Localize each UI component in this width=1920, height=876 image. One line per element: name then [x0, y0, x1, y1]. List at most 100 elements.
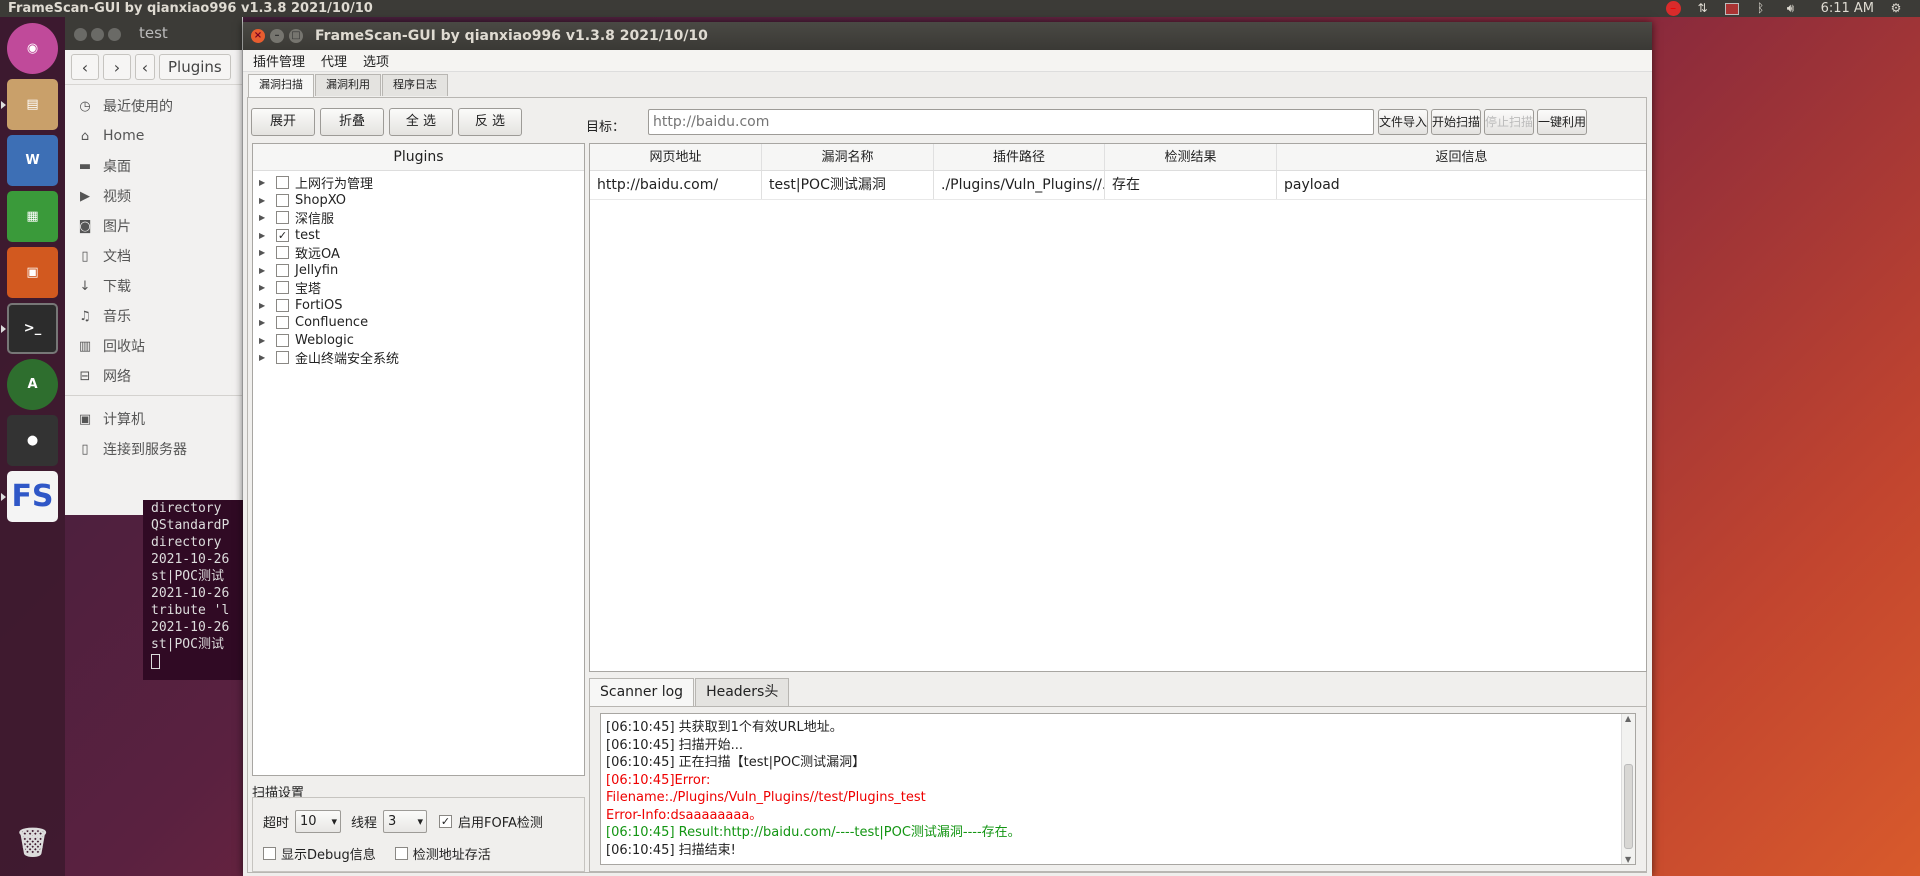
expand-button[interactable]: 展开	[251, 108, 315, 136]
fm-item-connect-server[interactable]: ▯ 连接到服务器	[65, 434, 242, 464]
menu-plugin-management[interactable]: 插件管理	[253, 51, 305, 70]
scroll-thumb[interactable]	[1624, 764, 1633, 849]
col-url[interactable]: 网页地址	[590, 144, 762, 170]
select-all-button[interactable]: 全 选	[389, 108, 453, 136]
log-scrollbar[interactable]: ▲ ▼	[1621, 714, 1635, 864]
expand-arrow-icon[interactable]: ▶	[259, 336, 269, 345]
network-arrows-icon[interactable]: ⇅	[1695, 1, 1711, 16]
fm-item-pictures[interactable]: ◙ 图片	[65, 211, 242, 241]
fm-item-documents[interactable]: ▯ 文档	[65, 241, 242, 271]
collapse-button[interactable]: 折叠	[320, 108, 384, 136]
fm-min-icon[interactable]	[91, 28, 104, 41]
plugin-checkbox[interactable]: ✓	[276, 228, 289, 242]
bluetooth-icon[interactable]: ᛒ	[1753, 1, 1769, 16]
software-updater-icon[interactable]: A	[7, 359, 58, 410]
trash-bin-icon[interactable]: 🗑︎	[7, 817, 58, 868]
tab-headers[interactable]: Headers头	[695, 678, 790, 706]
table-row[interactable]: http://baidu.com/ test|POC测试漏洞 ./Plugins…	[590, 171, 1646, 200]
target-input[interactable]	[648, 109, 1374, 135]
scanner-log[interactable]: [06:10:45] 共获取到1个有效URL地址。 [06:10:45] 扫描开始…	[600, 713, 1636, 865]
stop-scan-button[interactable]: 停止扫描	[1484, 109, 1534, 135]
plugin-checkbox[interactable]	[276, 211, 289, 225]
menu-options[interactable]: 选项	[363, 51, 389, 70]
files-icon[interactable]: ▤	[7, 79, 58, 130]
plugin-item[interactable]: ▶ Jellyfin	[253, 262, 584, 280]
plugin-checkbox[interactable]	[276, 246, 289, 260]
plugin-item[interactable]: ▶ 宝塔	[253, 279, 584, 297]
scroll-down-icon[interactable]: ▼	[1625, 855, 1631, 864]
expand-arrow-icon[interactable]: ▶	[259, 196, 269, 205]
dash-ubuntu-icon[interactable]: ◉	[7, 23, 58, 74]
tab-scanner-log[interactable]: Scanner log	[589, 678, 695, 706]
writer-icon[interactable]: W	[7, 135, 58, 186]
plugin-item[interactable]: ▶ 深信服	[253, 209, 584, 227]
expand-arrow-icon[interactable]: ▶	[259, 266, 269, 275]
plugin-checkbox[interactable]	[276, 263, 289, 277]
expand-arrow-icon[interactable]: ▶	[259, 248, 269, 257]
expand-arrow-icon[interactable]: ▶	[259, 283, 269, 292]
plugin-item[interactable]: ▶ FortiOS	[253, 297, 584, 315]
col-vuln-name[interactable]: 漏洞名称	[762, 144, 934, 170]
close-icon[interactable]: ×	[251, 29, 265, 43]
tab-program-log[interactable]: 程序日志	[382, 74, 448, 96]
col-result[interactable]: 检测结果	[1105, 144, 1277, 170]
expand-arrow-icon[interactable]: ▶	[259, 301, 269, 310]
col-return-info[interactable]: 返回信息	[1277, 144, 1646, 170]
debug-checkbox[interactable]	[263, 847, 276, 860]
path-segment-plugins[interactable]: Plugins	[159, 54, 231, 80]
fm-item-trash[interactable]: ▥ 回收站	[65, 331, 242, 361]
threads-select[interactable]: 3	[383, 810, 428, 833]
plugin-checkbox[interactable]	[276, 316, 289, 330]
plugin-item[interactable]: ▶ Confluence	[253, 314, 584, 332]
path-left-icon[interactable]: ‹	[135, 54, 155, 80]
plugin-checkbox[interactable]	[276, 193, 289, 207]
maximize-icon[interactable]: □	[289, 29, 303, 43]
terminal-icon[interactable]: >_	[7, 303, 58, 354]
menu-proxy[interactable]: 代理	[321, 51, 347, 70]
plugin-checkbox[interactable]	[276, 281, 289, 295]
plugin-checkbox[interactable]	[276, 298, 289, 312]
framescan-app-icon[interactable]: FS	[7, 471, 58, 522]
fm-item-computer[interactable]: ▣ 计算机	[65, 404, 242, 434]
invert-select-button[interactable]: 反 选	[458, 108, 522, 136]
plugin-item[interactable]: ▶ 致远OA	[253, 244, 584, 262]
screen-indicator-icon[interactable]	[1724, 2, 1739, 15]
forward-arrow-icon[interactable]: ›	[103, 54, 131, 80]
start-scan-button[interactable]: 开始扫描	[1431, 109, 1481, 135]
plugin-item[interactable]: ▶ ShopXO	[253, 192, 584, 210]
fm-item-home[interactable]: ⌂ Home	[65, 121, 242, 151]
gnome-icon[interactable]: ●	[7, 415, 58, 466]
fm-item-downloads[interactable]: ↓ 下载	[65, 271, 242, 301]
fm-item-recent[interactable]: ◷ 最近使用的	[65, 91, 242, 121]
plugin-checkbox[interactable]	[276, 176, 289, 190]
plugin-item[interactable]: ▶ ✓ test	[253, 227, 584, 245]
file-import-button[interactable]: 文件导入	[1378, 109, 1428, 135]
volume-icon[interactable]: 🔊︎	[1783, 1, 1799, 16]
expand-arrow-icon[interactable]: ▶	[259, 213, 269, 222]
plugin-checkbox[interactable]	[276, 351, 289, 365]
back-arrow-icon[interactable]: ‹	[71, 54, 99, 80]
fofa-checkbox[interactable]: ✓	[439, 815, 453, 828]
fm-item-network[interactable]: ⊟ 网络	[65, 361, 242, 391]
alive-check-checkbox[interactable]	[394, 847, 408, 860]
col-plugin-path[interactable]: 插件路径	[934, 144, 1105, 170]
fm-close-icon[interactable]	[74, 28, 87, 41]
plugin-item[interactable]: ▶ 金山终端安全系统	[253, 349, 584, 367]
expand-arrow-icon[interactable]: ▶	[259, 231, 269, 240]
plugin-item[interactable]: ▶ Weblogic	[253, 332, 584, 350]
timeout-select[interactable]: 10	[295, 810, 342, 833]
fm-item-videos[interactable]: ▶ 视频	[65, 181, 242, 211]
expand-arrow-icon[interactable]: ▶	[259, 318, 269, 327]
fm-max-icon[interactable]	[108, 28, 121, 41]
expand-arrow-icon[interactable]: ▶	[259, 353, 269, 362]
settings-gear-icon[interactable]: ⚙	[1888, 1, 1904, 16]
fm-item-desktop[interactable]: ▬ 桌面	[65, 151, 242, 181]
plugin-checkbox[interactable]	[276, 333, 289, 347]
fm-item-music[interactable]: ♫ 音乐	[65, 301, 242, 331]
plugin-item[interactable]: ▶ 上网行为管理	[253, 174, 584, 192]
tab-vuln-scan[interactable]: 漏洞扫描	[248, 74, 314, 97]
clock[interactable]: 6:11 AM	[1821, 0, 1874, 17]
minimize-icon[interactable]: –	[270, 29, 284, 43]
tab-vuln-exploit[interactable]: 漏洞利用	[315, 74, 381, 96]
update-notice-icon[interactable]: –	[1665, 1, 1681, 16]
